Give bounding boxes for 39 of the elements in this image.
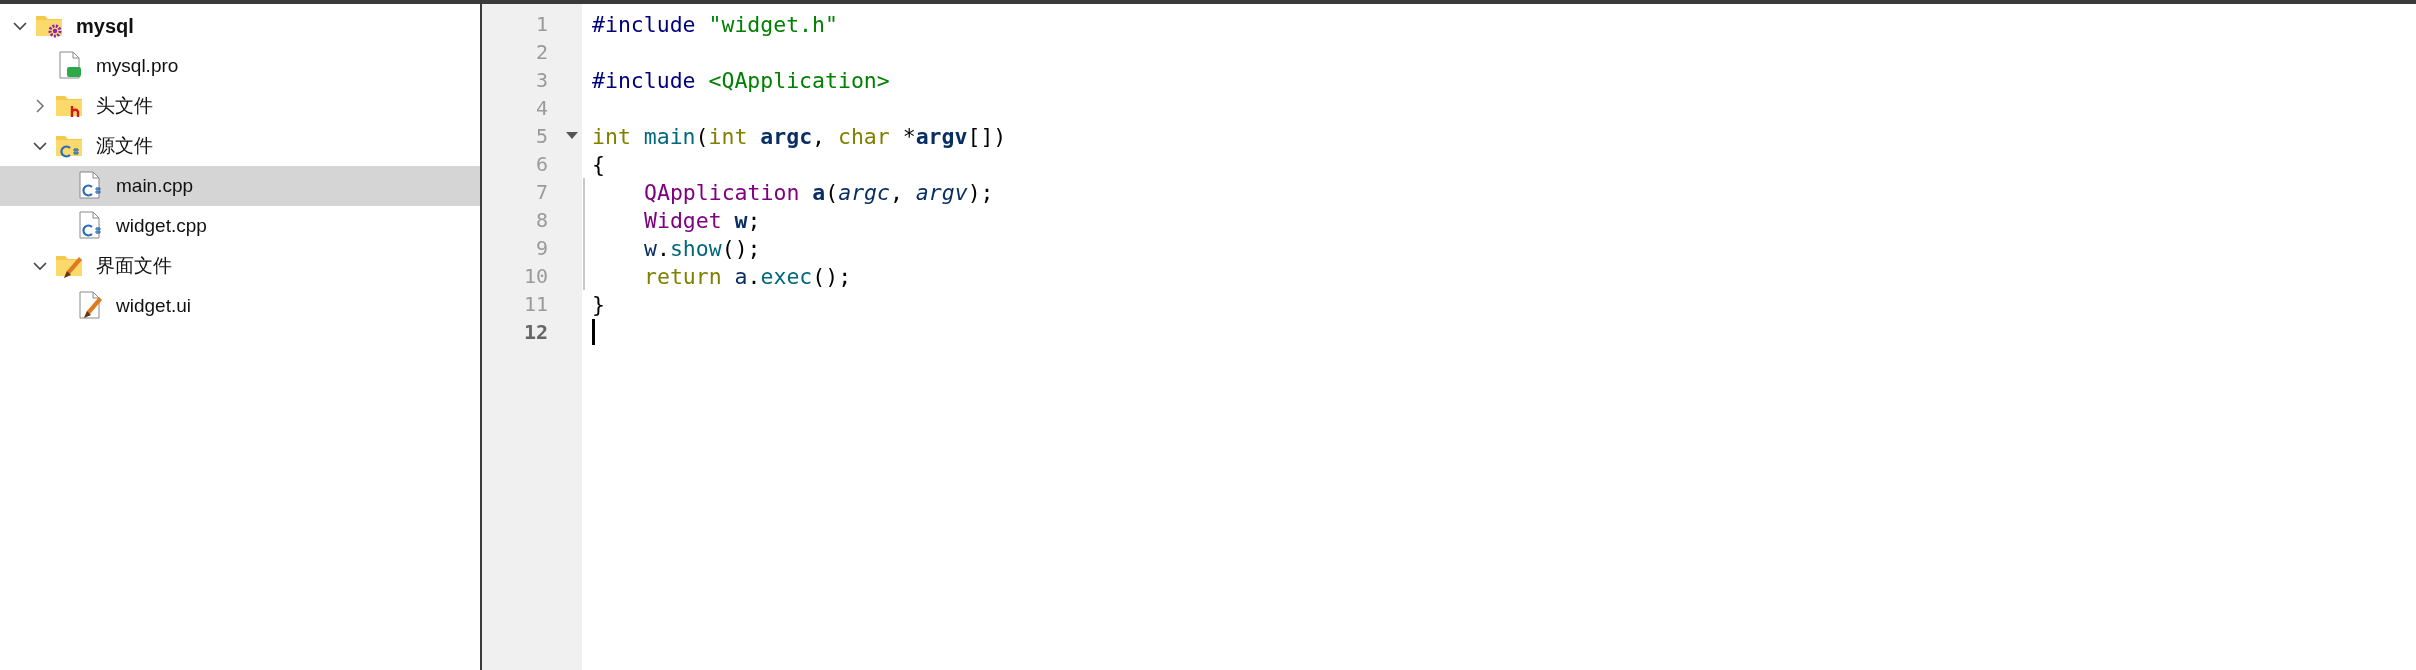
code-line: #include <QApplication>	[592, 67, 890, 93]
tree-item[interactable]: widget.ui	[0, 286, 480, 326]
tree-item[interactable]: mysql.pro	[0, 46, 480, 86]
tree-item[interactable]: mysql	[0, 6, 480, 46]
tree-item-label: mysql	[76, 14, 134, 38]
tree-item[interactable]: main.cpp	[0, 166, 480, 206]
line-number: 1	[534, 12, 548, 36]
tree-item-label: mysql.pro	[96, 55, 179, 77]
line-number: 6	[534, 152, 548, 176]
line-number: 5	[534, 124, 548, 148]
line-number: 7	[534, 180, 548, 204]
tree-item-label: main.cpp	[116, 175, 194, 197]
code-line: Widget w;	[644, 207, 761, 233]
tree-item-label: widget.cpp	[116, 215, 207, 237]
code-line: }	[592, 291, 605, 317]
line-number: 2	[534, 40, 548, 64]
line-number: 12	[522, 320, 548, 344]
code-line: int main(int argc, char *argv[])	[592, 123, 1007, 149]
tree-item[interactable]: 头文件	[0, 86, 480, 126]
tree-item-label: 界面文件	[96, 254, 172, 278]
text-cursor	[592, 319, 595, 345]
line-number: 4	[534, 96, 548, 120]
code-line: w.show();	[644, 235, 761, 261]
line-number: 10	[522, 264, 548, 288]
tree-item[interactable]: 界面文件	[0, 246, 480, 286]
code-line: {	[592, 151, 605, 177]
code-line: #include "widget.h"	[592, 11, 838, 37]
tree-item[interactable]: widget.cpp	[0, 206, 480, 246]
code-line: return a.exec();	[644, 263, 852, 289]
tree-item-label: 头文件	[96, 94, 153, 118]
tree-item-label: 源文件	[96, 134, 153, 158]
line-number: 9	[534, 236, 548, 260]
code-line: QApplication a(argc, argv);	[644, 179, 994, 205]
line-number: 3	[534, 68, 548, 92]
tree-item[interactable]: 源文件	[0, 126, 480, 166]
fold-marker-icon[interactable]	[566, 132, 578, 140]
tree-item-label: widget.ui	[116, 295, 191, 317]
line-number: 8	[534, 208, 548, 232]
line-number: 11	[522, 292, 548, 316]
